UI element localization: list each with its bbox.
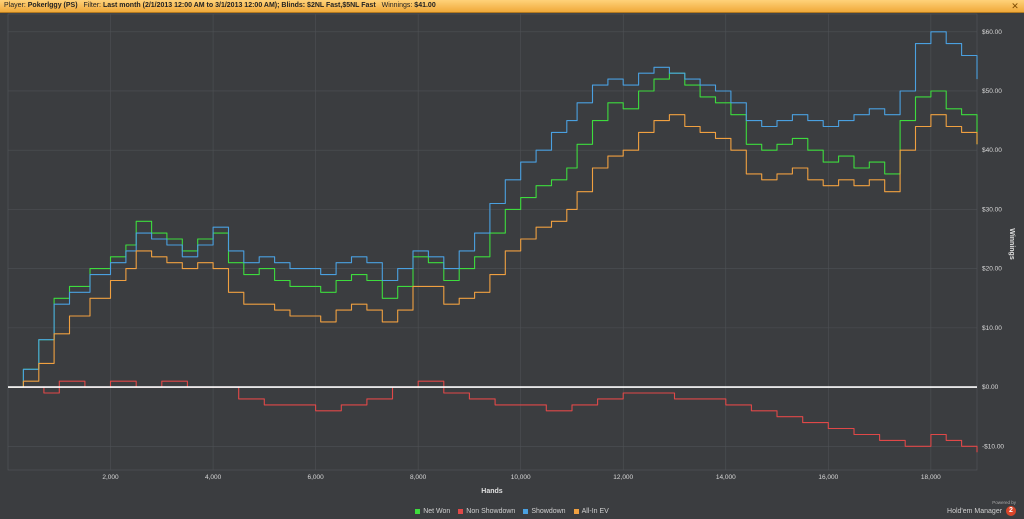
x-tick-label: 18,000 xyxy=(921,474,941,481)
y-tick-label: -$10.00 xyxy=(982,443,1004,450)
legend-swatch xyxy=(415,508,421,514)
x-tick-label: 12,000 xyxy=(613,474,633,481)
legend-label: Net Won xyxy=(423,508,451,515)
hem2-logo-icon: 2 xyxy=(1006,506,1016,516)
legend-swatch xyxy=(523,508,529,514)
chart-grid xyxy=(7,13,978,471)
x-tick-label: 6,000 xyxy=(307,474,324,481)
chart-legend: Net Won Non Showdown Showdown All-In EV xyxy=(0,506,1024,518)
x-tick-label: 4,000 xyxy=(205,474,222,481)
y-tick-label: $10.00 xyxy=(982,325,1002,332)
y-tick-label: $60.00 xyxy=(982,29,1002,36)
y-tick-label: $50.00 xyxy=(982,88,1002,95)
winnings-chart: 2,000 4,000 6,000 8,000 10,000 12,000 14,000 16… xyxy=(7,13,1015,495)
y-tick-label: $30.00 xyxy=(982,206,1002,213)
y-axis-label: Winnings xyxy=(1008,228,1015,260)
product-name: Hold'em Manager xyxy=(947,507,1003,515)
legend-swatch xyxy=(458,508,464,514)
y-tick-label: $40.00 xyxy=(982,147,1002,154)
y-tick-label: $0.00 xyxy=(982,384,999,391)
legend-label: Non Showdown xyxy=(466,508,516,515)
legend-item[interactable]: Net Won xyxy=(415,506,450,518)
legend-label: All-In EV xyxy=(581,508,609,515)
x-tick-label: 10,000 xyxy=(511,474,531,481)
legend-label: Showdown xyxy=(531,508,566,515)
x-tick-label: 14,000 xyxy=(716,474,736,481)
plot-area xyxy=(7,13,978,471)
x-tick-label: 8,000 xyxy=(410,474,427,481)
legend-item[interactable]: Non Showdown xyxy=(458,506,515,518)
legend-swatch xyxy=(573,508,579,514)
legend-item[interactable]: Showdown xyxy=(523,506,566,518)
x-tick-label: 2,000 xyxy=(102,474,119,481)
legend-item[interactable]: All-In EV xyxy=(573,506,609,518)
x-axis-label: Hands xyxy=(481,488,503,495)
branding: Powered by Hold'em Manager 2 xyxy=(947,500,1016,518)
x-tick-label: 16,000 xyxy=(818,474,838,481)
y-tick-label: $20.00 xyxy=(982,266,1002,273)
